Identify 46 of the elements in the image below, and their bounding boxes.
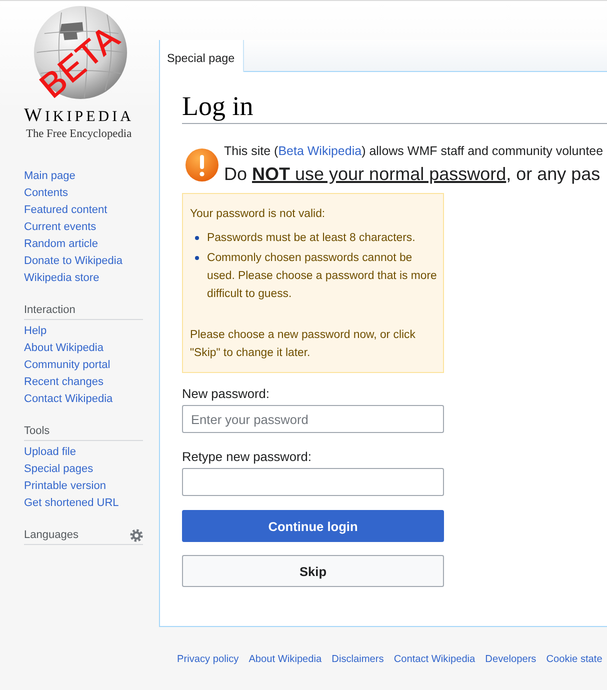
footer-link[interactable]: Privacy policy <box>177 653 239 667</box>
password-field[interactable] <box>182 468 444 496</box>
footer-link[interactable]: Developers <box>485 653 536 667</box>
sidebar-link[interactable]: Printable version <box>24 480 106 492</box>
sidebar-link[interactable]: Main page <box>24 170 76 182</box>
sidebar-link[interactable]: Help <box>24 324 47 336</box>
tagline: The Free Encyclopedia <box>26 127 132 141</box>
field-label: New password: <box>182 387 270 402</box>
password-field[interactable]: Enter your password <box>182 405 444 434</box>
sidebar-link[interactable]: Contact Wikipedia <box>24 392 113 404</box>
warning-icon <box>185 148 219 182</box>
footer-link[interactable]: Cookie state <box>546 653 602 667</box>
error-note: Please choose a new password now, or click "Skip" to change it later. <box>190 328 416 362</box>
notice-text: This site (Beta Wikipedia) allows WMF staff and community voluntee <box>224 143 604 160</box>
page-title: Log in <box>182 90 254 123</box>
page-tab[interactable]: Special page <box>159 40 244 72</box>
skip-button[interactable]: Skip <box>182 555 444 588</box>
sidebar-heading: Languages <box>24 528 78 542</box>
error-item: Commonly chosen passwords cannot be used. Please choose a password that is more difficult to guess. <box>207 250 438 302</box>
sidebar-link[interactable]: Featured content <box>24 204 108 216</box>
sidebar-link[interactable]: About Wikipedia <box>24 342 104 354</box>
continue-login-button[interactable]: Continue login <box>182 510 444 542</box>
error-item: Passwords must be at least 8 characters. <box>207 230 416 246</box>
gear-icon[interactable] <box>130 528 143 542</box>
sidebar-link[interactable]: Donate to Wikipedia <box>24 254 122 266</box>
sidebar-link[interactable]: Current events <box>24 220 96 232</box>
sidebar-link[interactable]: Special pages <box>24 462 94 474</box>
sidebar-heading: Tools <box>24 424 50 438</box>
sidebar-link[interactable]: Wikipedia store <box>24 272 100 284</box>
sidebar-link[interactable]: Recent changes <box>24 376 104 388</box>
footer-link[interactable]: Contact Wikipedia <box>394 653 476 667</box>
warning-text: Do NOT use your normal password, or any pas <box>224 163 602 185</box>
wikipedia-wordmark: WIKIPEDIA <box>24 106 134 127</box>
sidebar-heading: Interaction <box>24 302 76 318</box>
sidebar-link[interactable]: Community portal <box>24 358 110 370</box>
footer-link[interactable]: About Wikipedia <box>248 653 322 667</box>
error-heading: Your password is not valid: <box>190 207 326 222</box>
sidebar-link[interactable]: Upload file <box>24 446 76 458</box>
sidebar-link[interactable]: Random article <box>24 238 98 250</box>
notice-link[interactable]: Beta Wikipedia <box>278 144 362 158</box>
field-label: Retype new password: <box>182 450 312 464</box>
bullet-icon <box>195 256 199 260</box>
bullet-icon <box>195 236 199 240</box>
footer-link[interactable]: Disclaimers <box>332 653 384 667</box>
sidebar-link[interactable]: Get shortened URL <box>24 496 119 508</box>
sidebar-link[interactable]: Contents <box>24 186 68 198</box>
